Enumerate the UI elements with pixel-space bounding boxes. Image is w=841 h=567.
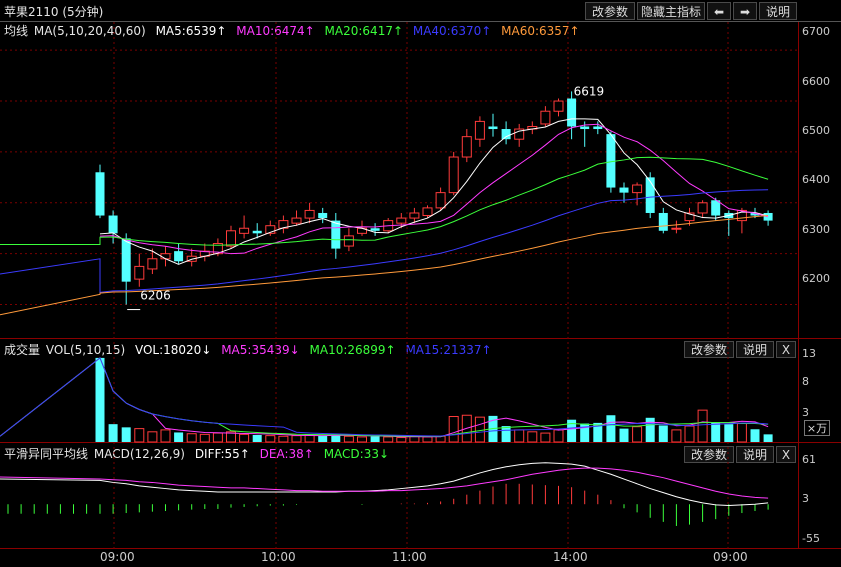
candle-body-down <box>95 172 105 216</box>
volume-bar-up <box>160 429 171 443</box>
volume-bar-down <box>645 417 655 442</box>
volume-bar-up <box>422 436 433 443</box>
volume-bar-down <box>174 432 184 442</box>
candle-body-up <box>147 258 158 270</box>
volume-bar-down <box>95 357 105 442</box>
candle-body-down <box>370 228 380 231</box>
volume-bar-up <box>383 436 394 443</box>
volume-bar-up <box>396 437 407 443</box>
volume-bar-down <box>318 435 328 442</box>
volume-bar-up <box>278 435 289 443</box>
candle-body-down <box>488 126 498 130</box>
candle-body-up <box>343 235 354 247</box>
kline-chart: 6619 6206 <box>0 21 841 549</box>
macd-histogram <box>0 462 769 526</box>
candle-body-up <box>697 202 708 214</box>
candle-body-up <box>461 136 472 158</box>
volume-bar-down <box>370 436 380 442</box>
volume-bar-up <box>527 431 538 443</box>
candle-body-up <box>409 212 420 219</box>
low-annotation: 6206 <box>140 289 171 303</box>
volume-bar-down <box>711 422 721 442</box>
candle-body-up <box>448 156 459 194</box>
volume-bar-down <box>606 415 616 442</box>
candle-body-down <box>174 251 184 262</box>
volume-bar-down <box>501 426 511 442</box>
candle-body-up <box>632 184 643 194</box>
candle-body-up <box>435 192 446 209</box>
candle-body-up <box>304 209 315 219</box>
candlesticks <box>95 91 773 305</box>
volume-bar-up <box>697 409 708 443</box>
ma5-line <box>99 118 769 265</box>
candle-body-up <box>291 217 302 224</box>
volume-bar-down <box>619 428 629 442</box>
volume-bar-up <box>514 429 525 443</box>
volume-bar-up <box>448 416 459 443</box>
candle-body-up <box>540 110 551 125</box>
candle-body-down <box>711 200 721 216</box>
candle-body-up <box>396 217 407 224</box>
volume-bar-down <box>658 425 668 442</box>
candle-body-up <box>474 120 485 140</box>
volume-bar-up <box>212 432 223 443</box>
volume-bar-up <box>239 433 250 443</box>
candle-body-down <box>593 126 603 130</box>
candle-body-down <box>658 212 668 231</box>
candle-body-up <box>553 100 564 112</box>
volume-bar-down <box>580 423 590 442</box>
candle-body-down <box>501 129 511 140</box>
candle-body-down <box>645 177 655 213</box>
volume-bar-up <box>134 428 145 443</box>
volume-bar-down <box>724 424 734 442</box>
candle-body-down <box>108 215 118 234</box>
candle-body-down <box>318 212 328 219</box>
volume-bar-up <box>553 429 564 443</box>
candle-body-up <box>671 227 682 230</box>
candle-body-down <box>619 187 629 193</box>
volume-bar-up <box>671 429 682 443</box>
candle-body-up <box>134 265 145 280</box>
candle-body-up <box>226 230 236 247</box>
volume-bar-down <box>121 427 131 442</box>
volume-bar-up <box>147 431 158 443</box>
candle-body-up <box>239 227 250 234</box>
volume-bar-up <box>736 423 747 443</box>
volume-bar-down <box>763 434 773 442</box>
candle-body-up <box>422 207 433 217</box>
volume-bar-up <box>186 433 197 443</box>
volume-bars <box>0 357 773 443</box>
high-annotation: 6619 <box>574 84 605 98</box>
candle-body-down <box>567 98 577 127</box>
ma10-line <box>99 123 769 255</box>
volume-bar-down <box>108 424 118 442</box>
volume-bar-up <box>304 434 315 443</box>
diff-line <box>0 462 769 507</box>
volume-bar-down <box>252 434 262 442</box>
volume-bar-up <box>474 416 485 443</box>
volume-bar-up <box>632 426 643 443</box>
volume-bar-up <box>265 435 276 443</box>
candle-body-up <box>160 253 171 260</box>
volume-bar-up <box>357 436 367 443</box>
candle-body-down <box>331 220 341 249</box>
candle-body-down <box>252 230 262 234</box>
volume-bar-down <box>750 429 760 442</box>
volume-bar-up <box>291 435 302 443</box>
volume-bar-up <box>684 425 695 443</box>
candle-body-down <box>121 238 131 282</box>
volume-bar-up <box>199 433 210 443</box>
volume-bar-up <box>343 435 354 443</box>
volume-bar-up <box>540 432 551 443</box>
candle-body-down <box>580 126 590 130</box>
